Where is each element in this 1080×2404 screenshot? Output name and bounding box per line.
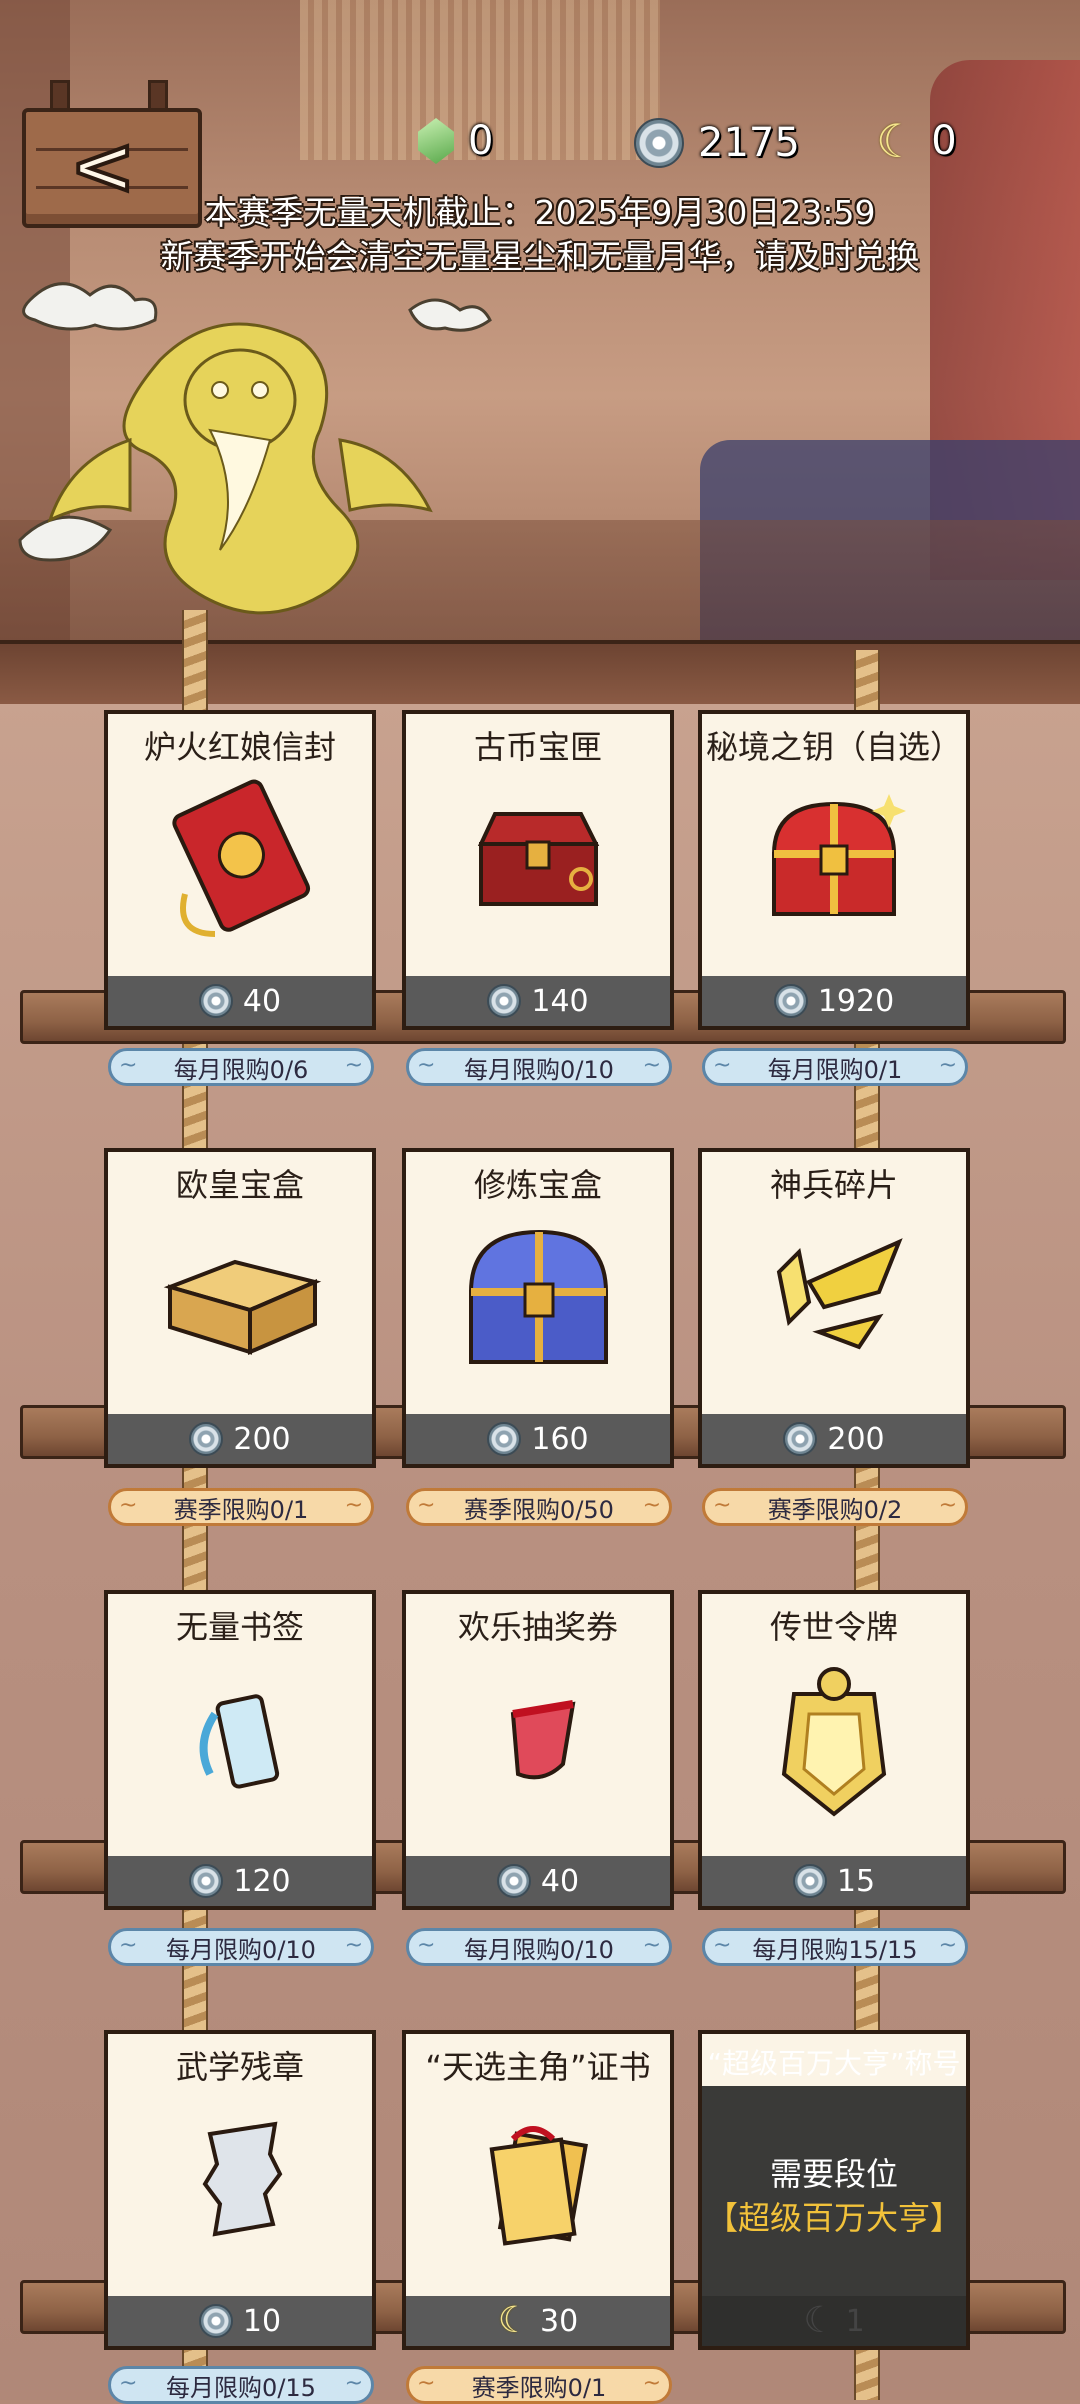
item-name: 欧皇宝盒: [175, 1166, 304, 1204]
shop-item-card[interactable]: 修炼宝盒 160: [402, 1148, 674, 1468]
torn-page-icon: [202, 2121, 283, 2237]
purchase-limit-badge: 每月限购15/15: [702, 1928, 968, 1966]
required-rank: 【超级百万大亨】: [705, 2199, 962, 2237]
lottery-ticket-icon: [510, 1700, 576, 1780]
item-price: 15: [836, 1863, 876, 1899]
silver-coin-icon: [496, 1864, 531, 1898]
moon-icon: ☾: [876, 114, 918, 168]
price-bar: ☾ 30: [406, 2296, 670, 2346]
red-box-icon: [477, 812, 600, 906]
item-name: 古币宝匣: [473, 728, 602, 766]
certificate-icon: [489, 2126, 588, 2246]
currency-moon: ☾ 0: [876, 118, 957, 164]
item-price: 10: [242, 2303, 282, 2339]
purchase-limit-badge: 赛季限购0/2: [702, 1488, 968, 1526]
price-bar: 140: [406, 976, 670, 1026]
bookmark-icon: [199, 1694, 280, 1789]
season-reset-warning: 新赛季开始会清空无量星尘和无量月华，请及时兑换: [160, 237, 920, 276]
purchase-limit-badge: 每月限购0/1: [702, 1048, 968, 1086]
price-bar: 200: [108, 1414, 372, 1464]
jade-gem-icon: [418, 118, 454, 164]
item-price: 30: [540, 2303, 579, 2339]
silver-coin-icon: [634, 118, 684, 168]
price-bar: ☾ 1: [702, 2296, 966, 2346]
season-deadline-text: 本赛季无量天机截止：2025年9月30日23:59: [204, 193, 876, 232]
price-bar: 10: [108, 2296, 372, 2346]
purchase-limit-badge: 每月限购0/10: [406, 1928, 672, 1966]
price-bar: 1920: [702, 976, 966, 1026]
red-envelope-icon: [172, 779, 311, 937]
item-name: 武学残章: [175, 2048, 304, 2086]
purchase-limit-badge: 每月限购0/10: [406, 1048, 672, 1086]
silver-coin-icon: [189, 1864, 224, 1898]
price-bar: 40: [108, 976, 372, 1026]
shop-item-card[interactable]: 古币宝匣 140: [402, 710, 674, 1030]
item-price: 200: [827, 1421, 885, 1457]
silver-coin-icon: [198, 984, 233, 1018]
weapon-shard-icon: [776, 1238, 903, 1350]
item-price: 40: [242, 983, 282, 1019]
rank-requirement-label: 需要段位: [769, 2155, 898, 2193]
silver-coin-icon: [198, 2304, 233, 2338]
item-name: 炉火红娘信封: [143, 728, 336, 766]
moon-amount: 0: [931, 118, 957, 164]
purchase-limit-badge: 赛季限购0/1: [108, 1488, 374, 1526]
silver-coin-icon: [487, 984, 522, 1018]
purchase-limit-badge: 每月限购0/6: [108, 1048, 374, 1086]
shop-item-card[interactable]: 神兵碎片 200: [698, 1148, 970, 1468]
currency-coin: 2175: [634, 118, 800, 168]
purchase-limit-badge: 赛季限购0/50: [406, 1488, 672, 1526]
item-price: 120: [233, 1863, 291, 1899]
shop-item-card[interactable]: 欢乐抽奖券 40: [402, 1590, 674, 1910]
shop-item-card[interactable]: 传世令牌 15: [698, 1590, 970, 1910]
item-price: 40: [540, 1863, 580, 1899]
price-bar: 15: [702, 1856, 966, 1906]
moon-icon: ☾: [497, 2300, 531, 2341]
price-bar: 120: [108, 1856, 372, 1906]
golden-dragon-illustration: [18, 282, 492, 615]
shop-item-card[interactable]: 无量书签 120: [104, 1590, 376, 1910]
locked-item-card[interactable]: “超级百万大亨”称号 需要段位 【超级百万大亨】 ☾ 1: [698, 2030, 970, 2350]
golden-box-icon: [163, 1259, 322, 1356]
item-name: 欢乐抽奖券: [457, 1608, 618, 1646]
jade-amount: 0: [468, 118, 494, 164]
item-price: 1: [845, 2303, 865, 2339]
item-name: 无量书签: [175, 1608, 304, 1646]
shop-item-card[interactable]: 武学残章 10: [104, 2030, 376, 2350]
rank-requirement: 需要段位 【超级百万大亨】: [702, 2152, 966, 2240]
item-price: 160: [531, 1421, 589, 1457]
price-bar: 160: [406, 1414, 670, 1464]
item-price: 1920: [817, 983, 895, 1019]
item-name: “超级百万大亨”称号: [702, 2034, 966, 2086]
shop-item-card[interactable]: 欧皇宝盒 200: [104, 1148, 376, 1468]
item-name: 修炼宝盒: [473, 1166, 602, 1204]
price-bar: 200: [702, 1414, 966, 1464]
treasure-chest-icon: [771, 794, 906, 916]
item-price: 140: [531, 983, 589, 1019]
blue-chest-icon: [468, 1229, 609, 1364]
silver-coin-icon: [487, 1422, 522, 1456]
item-name: “天选主角”证书: [425, 2048, 651, 2086]
purchase-limit-badge: 赛季限购0/1: [406, 2366, 672, 2404]
shop-item-card[interactable]: “天选主角”证书 ☾ 30: [402, 2030, 674, 2350]
item-price: 200: [233, 1421, 291, 1457]
item-name: 神兵碎片: [769, 1166, 898, 1204]
silver-coin-icon: [189, 1422, 224, 1456]
moon-icon: ☾: [803, 2300, 836, 2341]
silver-coin-icon: [783, 1422, 818, 1456]
purchase-limit-badge: 每月限购0/15: [108, 2366, 374, 2404]
purchase-limit-badge: 每月限购0/10: [108, 1928, 374, 1966]
silver-coin-icon: [792, 1864, 827, 1898]
price-bar: 40: [406, 1856, 670, 1906]
shop-item-card[interactable]: 秘境之钥（自选） 1920: [698, 710, 970, 1030]
currency-jade: 0: [418, 118, 493, 164]
silver-coin-icon: [773, 984, 808, 1018]
shop-item-card[interactable]: 炉火红娘信封 40: [104, 710, 376, 1030]
item-name: 传世令牌: [769, 1608, 898, 1646]
token-plaque-icon: [781, 1667, 887, 1817]
coin-amount: 2175: [698, 120, 800, 166]
item-name: 秘境之钥（自选）: [705, 728, 962, 766]
